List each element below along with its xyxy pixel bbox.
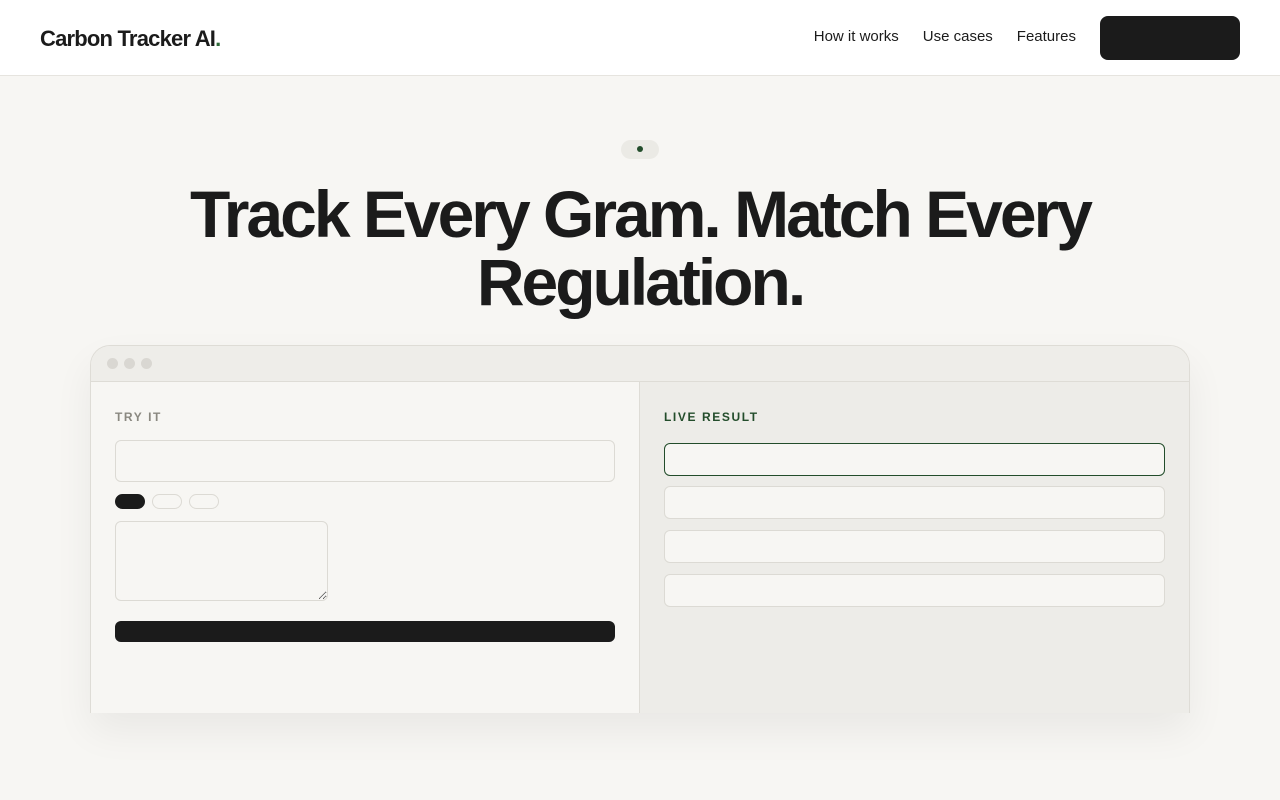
option-chip[interactable] [189, 494, 219, 509]
live-result-panel: LIVE RESULT [640, 382, 1189, 713]
result-row [664, 486, 1165, 519]
result-row [664, 574, 1165, 607]
logo[interactable]: Carbon Tracker AI. [40, 26, 221, 52]
badge-dot-icon [637, 146, 643, 152]
demo-textarea[interactable] [115, 521, 328, 601]
window-dot-icon [107, 358, 118, 369]
window-titlebar [91, 346, 1189, 382]
option-chip[interactable] [152, 494, 182, 509]
result-row [664, 530, 1165, 563]
nav-how-it-works[interactable]: How it works [814, 28, 899, 45]
cta-button[interactable] [1100, 16, 1240, 60]
hero-headline: Track Every Gram. Match Every Regulation… [190, 177, 1093, 319]
option-chip-active[interactable] [115, 494, 145, 509]
logo-text: Carbon Tracker AI [40, 26, 216, 51]
nav-use-cases[interactable]: Use cases [923, 28, 993, 45]
main-nav: How it works Use cases Features [814, 28, 1076, 45]
nav-features[interactable]: Features [1017, 28, 1076, 45]
demo-text-input[interactable] [115, 440, 615, 482]
window-dot-icon [141, 358, 152, 369]
demo-window: TRY IT LIVE RESULT [90, 345, 1190, 713]
result-row [664, 443, 1165, 476]
logo-dot: . [215, 26, 221, 51]
run-button[interactable] [115, 621, 615, 642]
hero-badge [621, 140, 659, 159]
site-header: Carbon Tracker AI. How it works Use case… [0, 0, 1280, 76]
try-it-label: TRY IT [115, 410, 162, 424]
try-it-panel: TRY IT [91, 382, 640, 713]
window-dot-icon [124, 358, 135, 369]
live-result-label: LIVE RESULT [664, 410, 759, 424]
